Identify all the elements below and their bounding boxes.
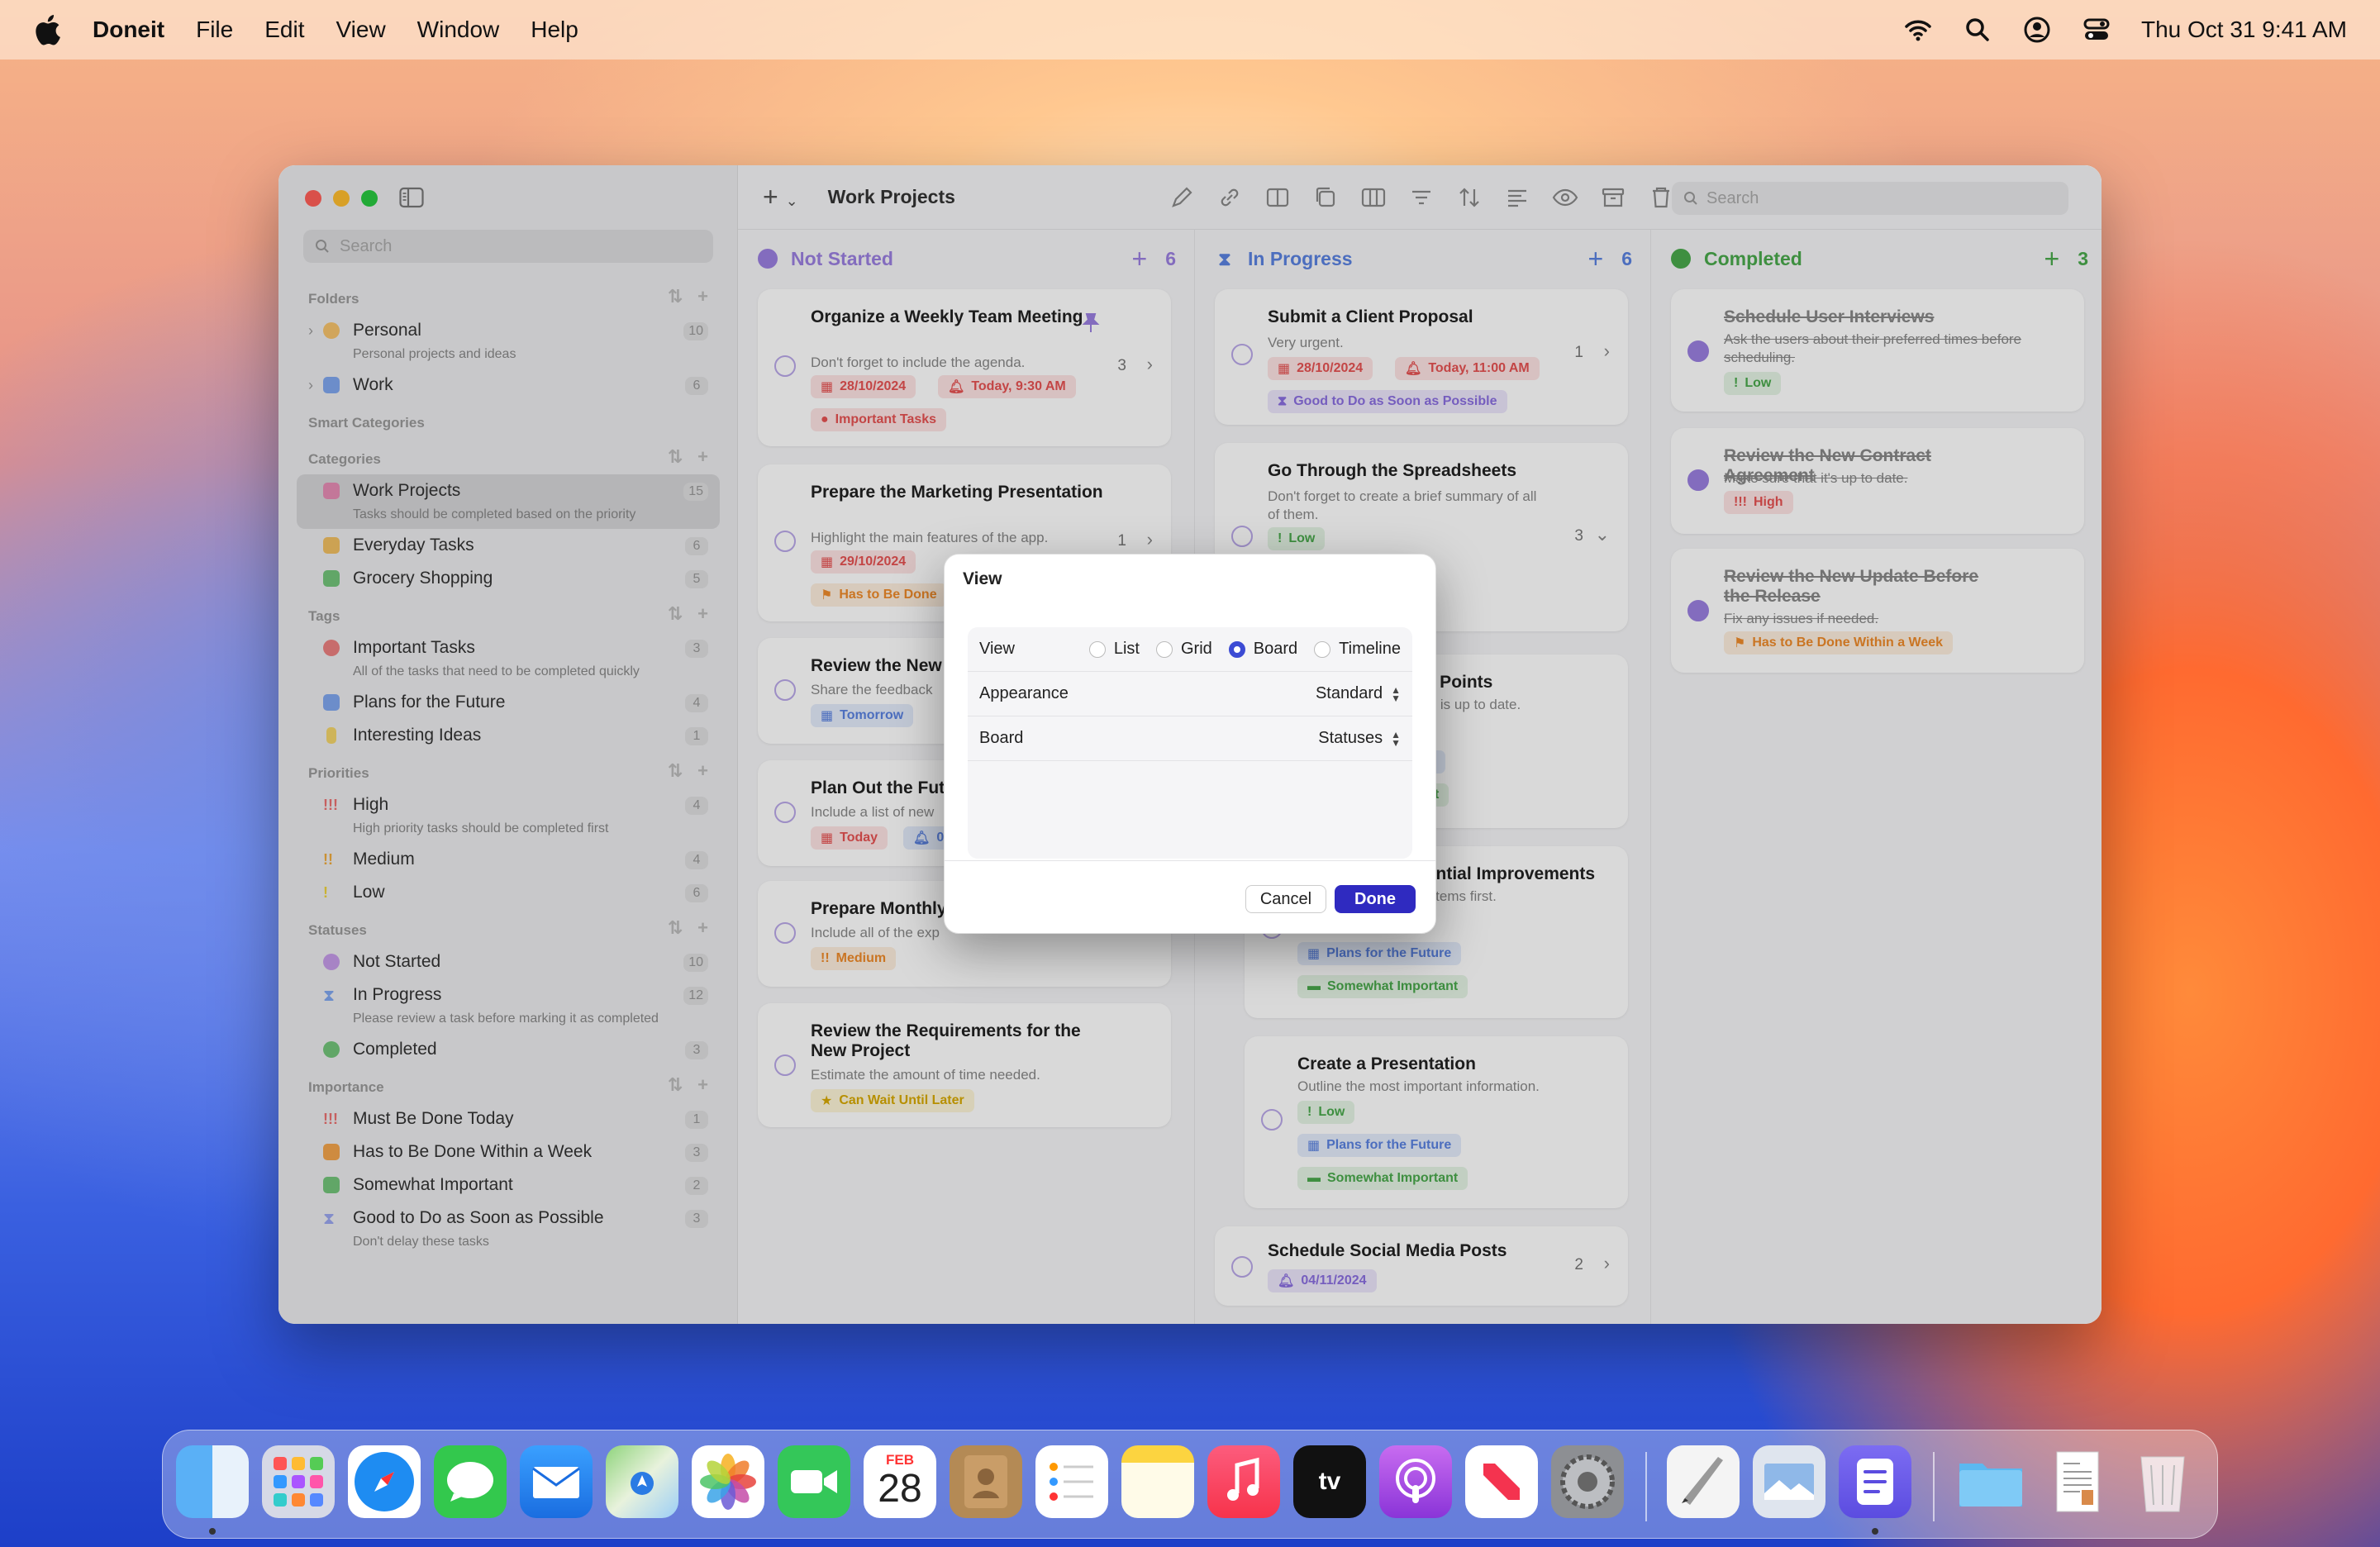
- view-mode-row: View List Grid Board Timeline: [968, 627, 1412, 672]
- apple-menu-icon[interactable]: [33, 13, 61, 46]
- radio-button[interactable]: [1314, 640, 1331, 658]
- up-down-chevron-icon: ▲ ▼: [1391, 683, 1401, 704]
- mail-icon[interactable]: [520, 1445, 593, 1518]
- divider: [945, 860, 1435, 861]
- document-stack-icon[interactable]: [2040, 1445, 2113, 1518]
- menu-bar: Doneit File Edit View Window Help Thu Oc…: [0, 0, 2380, 60]
- view-menu[interactable]: View: [336, 17, 385, 43]
- radio-button[interactable]: [1155, 640, 1173, 658]
- running-indicator: [209, 1528, 216, 1535]
- launchpad-icon[interactable]: [262, 1445, 335, 1518]
- done-button[interactable]: Done: [1335, 885, 1416, 913]
- dock: FEB 28 tv: [162, 1430, 2218, 1539]
- messages-icon[interactable]: [434, 1445, 507, 1518]
- maps-icon[interactable]: [606, 1445, 678, 1518]
- apple-tv-icon[interactable]: tv: [1293, 1445, 1366, 1518]
- finder-icon[interactable]: [176, 1445, 249, 1518]
- preview-icon[interactable]: [1753, 1445, 1825, 1518]
- music-icon[interactable]: [1207, 1445, 1280, 1518]
- photos-icon[interactable]: [692, 1445, 764, 1518]
- trash-icon[interactable]: [2126, 1445, 2199, 1518]
- appearance-row: Appearance Standard ▲ ▼: [968, 672, 1412, 716]
- system-settings-icon[interactable]: [1551, 1445, 1624, 1518]
- radio-label: Board: [1253, 640, 1298, 658]
- file-menu[interactable]: File: [196, 17, 233, 43]
- downloads-folder-icon[interactable]: [1954, 1445, 2027, 1518]
- dialog-title: View: [963, 569, 1002, 588]
- cancel-button[interactable]: Cancel: [1245, 885, 1326, 913]
- contacts-icon[interactable]: [950, 1445, 1022, 1518]
- dock-separator: [1645, 1452, 1647, 1521]
- facetime-icon[interactable]: [778, 1445, 850, 1518]
- podcasts-icon[interactable]: [1379, 1445, 1452, 1518]
- radio-label: List: [1113, 640, 1140, 658]
- view-mode-label: View: [979, 640, 1015, 658]
- radio-board[interactable]: Board: [1228, 640, 1298, 659]
- view-dialog: View View List Grid Board Timeline Appea…: [944, 554, 1436, 934]
- board-value: Statuses: [1318, 729, 1383, 747]
- radio-label: Grid: [1180, 640, 1212, 658]
- app-menu[interactable]: Doneit: [93, 17, 164, 43]
- radio-label: Timeline: [1339, 640, 1401, 658]
- radio-list[interactable]: List: [1088, 640, 1140, 659]
- textedit-icon[interactable]: [1667, 1445, 1740, 1518]
- radio-grid[interactable]: Grid: [1155, 640, 1212, 659]
- radio-button[interactable]: [1088, 640, 1106, 658]
- board-label: Board: [979, 729, 1024, 747]
- edit-menu[interactable]: Edit: [264, 17, 304, 43]
- radio-timeline[interactable]: Timeline: [1314, 640, 1401, 659]
- control-center-icon[interactable]: [2082, 15, 2111, 45]
- wifi-icon[interactable]: [1903, 15, 1933, 45]
- user-account-icon[interactable]: [2022, 15, 2052, 45]
- reminders-icon[interactable]: [1035, 1445, 1108, 1518]
- view-mode-radio-group: List Grid Board Timeline: [1088, 640, 1401, 659]
- radio-button-selected[interactable]: [1228, 640, 1245, 658]
- board-select[interactable]: Statuses ▲ ▼: [1318, 729, 1401, 748]
- appearance-label: Appearance: [979, 684, 1069, 702]
- calendar-day: 28: [878, 1467, 922, 1511]
- help-menu[interactable]: Help: [531, 17, 578, 43]
- window-menu[interactable]: Window: [417, 17, 500, 43]
- dialog-settings-panel: View List Grid Board Timeline Appearance…: [968, 627, 1412, 859]
- appearance-value: Standard: [1315, 684, 1383, 702]
- notes-icon[interactable]: [1121, 1445, 1194, 1518]
- running-indicator: [1872, 1528, 1878, 1535]
- calendar-month: FEB: [886, 1452, 914, 1468]
- spotlight-search-icon[interactable]: [1963, 15, 1992, 45]
- dock-separator: [1933, 1452, 1935, 1521]
- calendar-icon[interactable]: FEB 28: [864, 1445, 936, 1518]
- news-icon[interactable]: [1465, 1445, 1538, 1518]
- appearance-select[interactable]: Standard ▲ ▼: [1316, 684, 1401, 703]
- menu-clock[interactable]: Thu Oct 31 9:41 AM: [2141, 17, 2347, 43]
- doneit-icon[interactable]: [1839, 1445, 1911, 1518]
- up-down-chevron-icon: ▲ ▼: [1391, 728, 1401, 749]
- board-row: Board Statuses ▲ ▼: [968, 716, 1412, 761]
- safari-icon[interactable]: [348, 1445, 421, 1518]
